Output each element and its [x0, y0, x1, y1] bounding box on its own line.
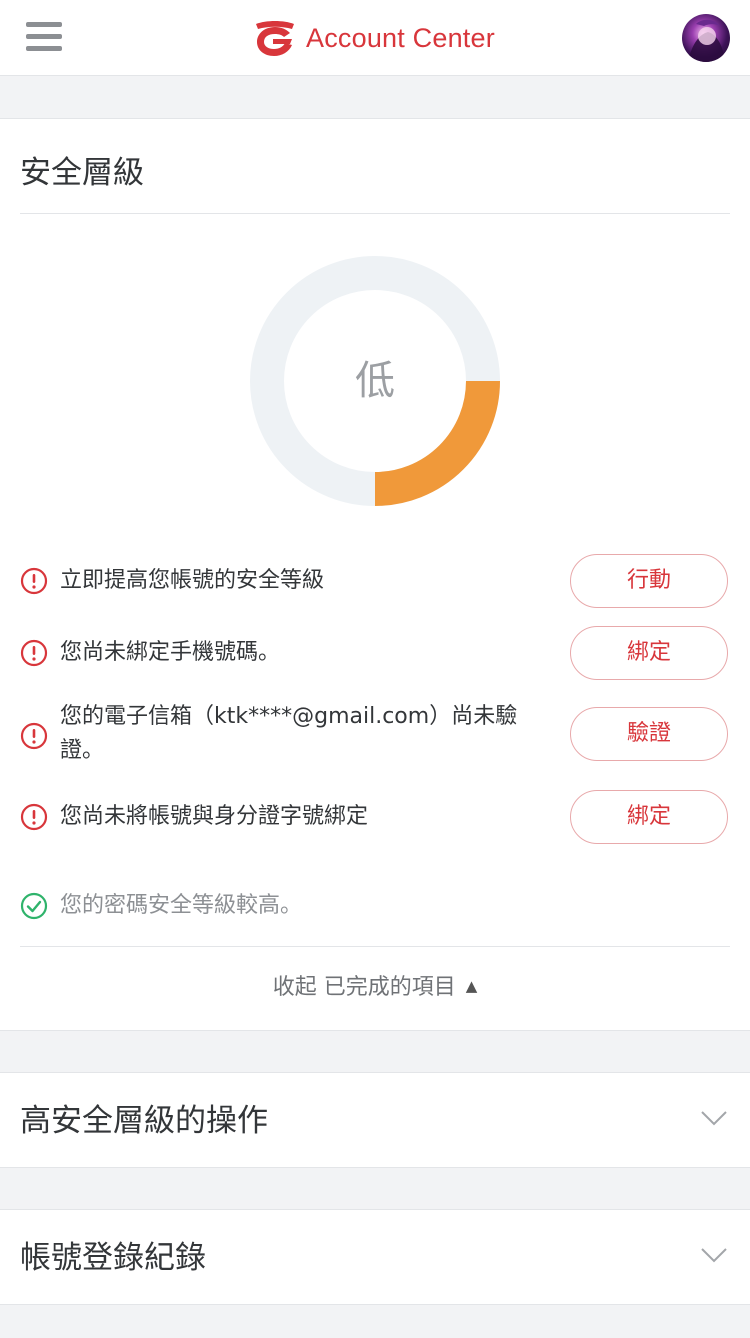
alert-circle-icon: [20, 722, 48, 750]
collapse-label: 收起 已完成的項目: [272, 975, 456, 1000]
action-button[interactable]: 行動: [570, 554, 728, 608]
security-task-row: 您尚未將帳號與身分證字號綁定 綁定: [20, 789, 730, 845]
hamburger-menu-icon[interactable]: [26, 22, 62, 52]
collapse-completed-toggle[interactable]: 收起 已完成的項目 ▲: [0, 969, 750, 1001]
alert-circle-icon: [20, 639, 48, 667]
alert-circle-icon: [20, 567, 48, 595]
login-records-section[interactable]: 帳號登錄紀錄: [0, 1209, 750, 1305]
alert-circle-icon: [20, 803, 48, 831]
verify-email-button[interactable]: 驗證: [570, 707, 728, 761]
avatar-image: [682, 19, 730, 62]
triangle-up-icon: ▲: [465, 977, 478, 995]
bind-phone-button[interactable]: 綁定: [570, 626, 728, 680]
divider: [20, 946, 730, 947]
divider: [20, 213, 730, 214]
completed-task-text: 您的密碼安全等級較高。: [60, 893, 303, 918]
brand-logo-icon: [256, 21, 294, 56]
security-task-row: 您的電子信箱（ktk****@gmail.com）尚未驗證。 驗證: [20, 697, 730, 777]
app-title: Account Center: [306, 22, 495, 53]
completed-task-row: 您的密碼安全等級較高。: [20, 889, 730, 923]
chevron-down-icon: [701, 1111, 727, 1126]
section-title: 高安全層級的操作: [20, 1103, 268, 1139]
security-level-label: 低: [355, 358, 395, 404]
section-title: 帳號登錄紀錄: [20, 1240, 206, 1276]
task-text: 您的電子信箱（ktk****@gmail.com）尚未驗證。: [60, 704, 518, 763]
security-level-card: 安全層級 低 立即提高您帳號的安全等級 行動 您尚未綁定手機號碼。 綁定 您的電…: [0, 118, 750, 1031]
top-header: Account Center: [0, 0, 750, 76]
task-text: 立即提高您帳號的安全等級: [60, 568, 325, 593]
security-level-title: 安全層級: [20, 155, 144, 191]
security-task-row: 您尚未綁定手機號碼。 綁定: [20, 625, 730, 681]
task-text: 您尚未綁定手機號碼。: [60, 640, 281, 665]
user-avatar[interactable]: [682, 14, 730, 62]
security-task-row: 立即提高您帳號的安全等級 行動: [20, 553, 730, 609]
high-security-operations-section[interactable]: 高安全層級的操作: [0, 1072, 750, 1168]
task-text: 您尚未將帳號與身分證字號綁定: [60, 804, 369, 829]
bind-id-button[interactable]: 綁定: [570, 790, 728, 844]
brand[interactable]: Account Center: [252, 16, 495, 60]
check-circle-icon: [20, 892, 48, 920]
chevron-down-icon: [701, 1248, 727, 1263]
